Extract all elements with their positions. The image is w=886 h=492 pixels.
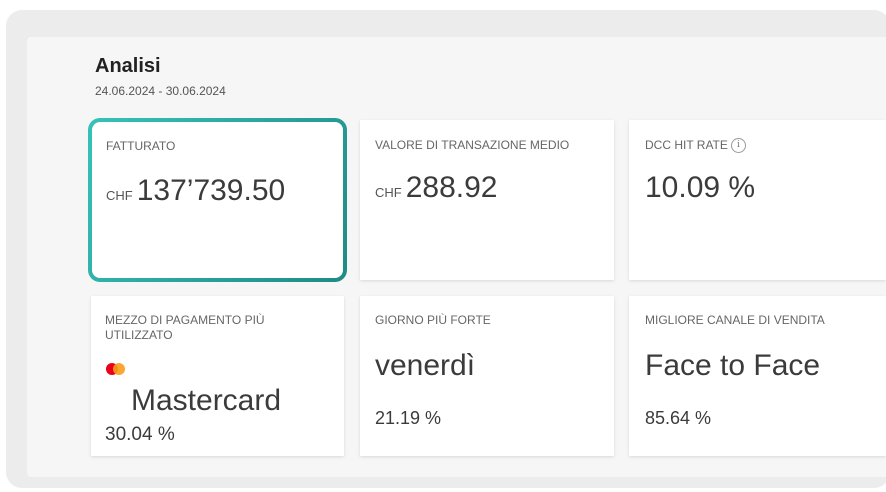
card-value: Mastercard: [131, 384, 282, 417]
page-title: Analisi: [95, 55, 161, 77]
card-value: CHF 288.92: [375, 171, 497, 205]
card-label: DCC HIT RATE i: [645, 138, 746, 154]
currency-label: CHF: [375, 185, 402, 200]
card-revenue[interactable]: FATTURATO CHF 137’739.50: [88, 118, 347, 282]
card-label: VALORE DI TRANSAZIONE MEDIO: [375, 138, 570, 152]
card-value: 10.09 %: [645, 171, 756, 204]
card-value: Face to Face: [645, 349, 821, 382]
card-value: venerdì: [375, 349, 476, 382]
card-label: GIORNO PIÙ FORTE: [375, 313, 491, 327]
card-label: MIGLIORE CANALE DI VENDITA: [645, 313, 825, 327]
card-label: MEZZO DI PAGAMENTO PIÙ UTILIZZATO: [105, 313, 265, 342]
revenue-amount: 137’739.50: [136, 174, 286, 207]
card-avg-transaction[interactable]: VALORE DI TRANSAZIONE MEDIO CHF 288.92: [360, 120, 614, 280]
mastercard-icon: [106, 363, 125, 375]
card-strongest-day[interactable]: GIORNO PIÙ FORTE venerdì 21.19 %: [360, 296, 614, 456]
card-percent: 85.64 %: [645, 408, 712, 428]
card-label: FATTURATO: [106, 139, 176, 153]
card-percent: 21.19 %: [375, 408, 442, 428]
card-value: CHF 137’739.50: [106, 174, 285, 208]
card-percent: 30.04 %: [105, 424, 175, 445]
info-icon[interactable]: i: [730, 138, 746, 154]
card-payment-method[interactable]: MEZZO DI PAGAMENTO PIÙ UTILIZZATO Master…: [91, 296, 344, 456]
avg-amount: 288.92: [405, 171, 498, 204]
card-best-channel[interactable]: MIGLIORE CANALE DI VENDITA Face to Face …: [629, 296, 886, 456]
date-range: 24.06.2024 - 30.06.2024: [95, 84, 226, 98]
card-dcc-hit-rate[interactable]: DCC HIT RATE i 10.09 %: [629, 120, 886, 280]
currency-label: CHF: [106, 188, 133, 203]
dcc-label-text: DCC HIT RATE: [645, 138, 728, 152]
